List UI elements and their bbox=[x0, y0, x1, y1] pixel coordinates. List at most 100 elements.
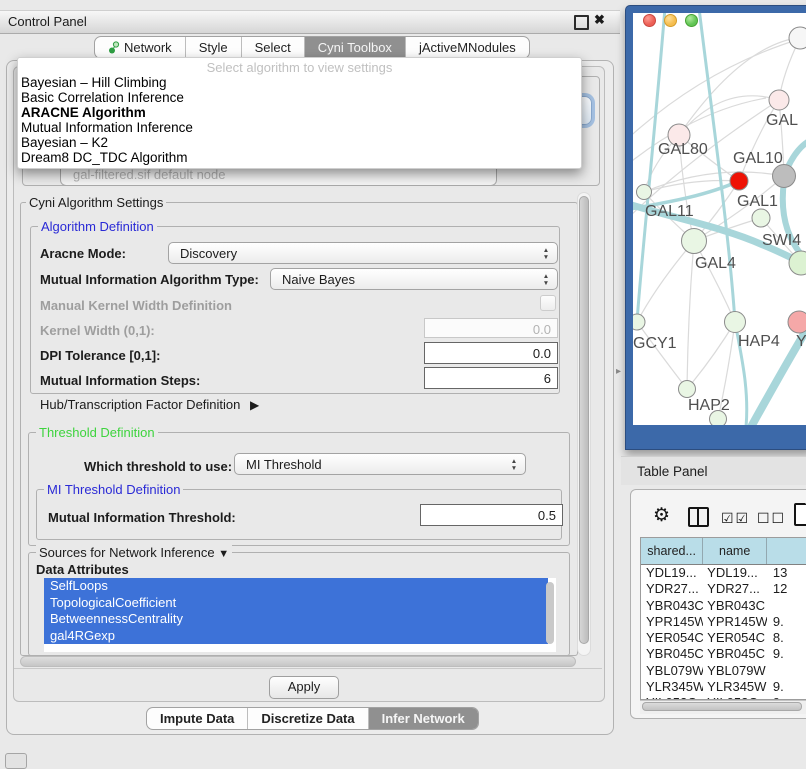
tab-jactivemnodules[interactable]: jActiveMNodules bbox=[405, 37, 529, 58]
list-scrollbar-thumb[interactable] bbox=[546, 582, 554, 644]
dpi-tolerance-field[interactable]: 0.0 bbox=[424, 342, 558, 364]
table-row[interactable]: YBR043CYBR043C bbox=[641, 598, 806, 614]
columns-icon[interactable] bbox=[688, 507, 709, 527]
network-node[interactable] bbox=[633, 314, 645, 330]
gear-icon[interactable]: ⚙ bbox=[653, 504, 670, 527]
mi-steps-label: Mutual Information Steps: bbox=[40, 373, 200, 388]
table-row[interactable]: YLR345WYLR345W9. bbox=[641, 679, 806, 695]
tab-select[interactable]: Select bbox=[241, 37, 304, 58]
network-node[interactable] bbox=[710, 411, 727, 426]
network-node[interactable] bbox=[637, 185, 652, 200]
algorithm-dropdown-popup: Select algorithm to view settings Bayesi… bbox=[17, 57, 582, 169]
settings-hscroll-thumb[interactable] bbox=[20, 656, 576, 667]
algorithm-definition-title: Algorithm Definition bbox=[38, 219, 157, 234]
table-cell: YBR045C bbox=[641, 646, 703, 662]
deselect-all-checkboxes-icon[interactable]: ☐☐ bbox=[757, 510, 786, 527]
network-node[interactable] bbox=[789, 27, 806, 49]
attribute-list-item[interactable]: BetweennessCentrality bbox=[44, 611, 548, 628]
dpi-tolerance-label: DPI Tolerance [0,1]: bbox=[40, 348, 160, 363]
table-header[interactable]: shared... name bbox=[641, 538, 806, 565]
close-traffic-light[interactable] bbox=[643, 14, 656, 27]
algorithm-option[interactable]: Bayesian – Hill Climbing bbox=[18, 75, 581, 90]
network-node[interactable] bbox=[773, 165, 796, 188]
attribute-list-item[interactable]: gal4RGexp bbox=[44, 628, 548, 645]
divider bbox=[14, 668, 602, 669]
combo-arrows-icon: ▲▼ bbox=[509, 458, 519, 472]
close-icon[interactable]: ✖ bbox=[594, 12, 605, 28]
minimize-traffic-light[interactable] bbox=[664, 14, 677, 27]
table-row[interactable]: YDR27...YDR27...12 bbox=[641, 581, 806, 597]
table-row[interactable]: YER054CYER054C8. bbox=[641, 630, 806, 646]
node-label: Y bbox=[796, 333, 806, 350]
table-cell: YLR345W bbox=[703, 679, 767, 695]
node-label: GAL80 bbox=[658, 141, 708, 158]
hub-definition-disclosure[interactable]: Hub/Transcription Factor Definition ▶ bbox=[40, 397, 259, 412]
data-attributes-list[interactable]: SelfLoopsTopologicalCoefficientBetweenne… bbox=[44, 578, 556, 652]
node-label: SWI4 bbox=[762, 232, 801, 249]
zoom-traffic-light[interactable] bbox=[685, 14, 698, 27]
network-node[interactable] bbox=[769, 90, 789, 110]
float-window-icon[interactable] bbox=[574, 15, 589, 30]
table-row[interactable]: YBR045CYBR045C9. bbox=[641, 646, 806, 662]
node-label: HAP2 bbox=[688, 397, 730, 414]
node-attribute-table[interactable]: shared... name YDL19...YDL19...13YDR27..… bbox=[640, 537, 806, 700]
dropdown-placeholder: Select algorithm to view settings bbox=[18, 60, 581, 75]
network-node[interactable] bbox=[679, 381, 696, 398]
network-node[interactable] bbox=[788, 311, 806, 333]
settings-vscroll-thumb[interactable] bbox=[579, 196, 589, 644]
algorithm-option[interactable]: Bayesian – K2 bbox=[18, 135, 581, 150]
tab-infer-network[interactable]: Infer Network bbox=[368, 708, 478, 729]
mi-threshold-definition-title: MI Threshold Definition bbox=[44, 482, 183, 497]
mi-steps-field[interactable]: 6 bbox=[424, 367, 558, 389]
network-node[interactable] bbox=[752, 209, 770, 227]
network-node[interactable] bbox=[682, 229, 707, 254]
tab-cyni-toolbox[interactable]: Cyni Toolbox bbox=[304, 37, 405, 58]
node-label: HAP4 bbox=[738, 333, 780, 350]
table-hscroll-thumb[interactable] bbox=[642, 702, 802, 711]
table-row[interactable]: YDL19...YDL19...13 bbox=[641, 565, 806, 581]
table-row[interactable]: YPR145WYPR145W9. bbox=[641, 614, 806, 630]
tab-impute-data[interactable]: Impute Data bbox=[147, 708, 247, 729]
apply-button[interactable]: Apply bbox=[269, 676, 339, 699]
aracne-mode-label: Aracne Mode: bbox=[40, 246, 126, 261]
document-icon[interactable] bbox=[794, 503, 806, 526]
attribute-list-item[interactable]: SelfLoops bbox=[44, 578, 548, 595]
column-header-shared[interactable]: shared... bbox=[641, 538, 703, 564]
algorithm-option[interactable]: Dream8 DC_TDC Algorithm bbox=[18, 150, 581, 165]
network-canvas[interactable]: GALGAL80GAL10GAL1GAL11GAL4SWI4GCY1HAP4YH… bbox=[633, 13, 806, 425]
table-cell: 9. bbox=[767, 646, 806, 662]
control-panel-tabs: Network Style Select Cyni Toolbox jActiv… bbox=[94, 36, 530, 59]
algorithm-dropdown-list: Bayesian – Hill ClimbingBasic Correlatio… bbox=[18, 75, 581, 165]
column-header-3[interactable] bbox=[767, 538, 806, 564]
settings-group-title: Cyni Algorithm Settings bbox=[26, 195, 166, 210]
table-cell: YDL19... bbox=[641, 565, 703, 581]
network-node[interactable] bbox=[730, 172, 748, 190]
algorithm-option[interactable]: ARACNE Algorithm bbox=[18, 105, 581, 120]
sources-group-title[interactable]: Sources for Network Inference ▼ bbox=[36, 545, 232, 560]
splitter-collapse-icon[interactable]: ▸ bbox=[616, 366, 621, 377]
data-attributes-label: Data Attributes bbox=[36, 562, 129, 577]
attribute-list-item[interactable]: TopologicalCoefficient bbox=[44, 595, 548, 612]
mi-type-combo[interactable]: Naive Bayes ▲▼ bbox=[270, 268, 558, 290]
manual-kernel-checkbox[interactable] bbox=[540, 295, 556, 311]
table-row[interactable]: YBL079WYBL079W bbox=[641, 663, 806, 679]
column-header-name[interactable]: name bbox=[703, 538, 767, 564]
minimized-panel-icon[interactable] bbox=[5, 753, 27, 769]
tab-style[interactable]: Style bbox=[185, 37, 241, 58]
aracne-mode-combo[interactable]: Discovery ▲▼ bbox=[168, 242, 558, 264]
algorithm-option[interactable]: Mutual Information Inference bbox=[18, 120, 581, 135]
network-node[interactable] bbox=[725, 312, 746, 333]
node-table-body: YDL19...YDL19...13YDR27...YDR27...12YBR0… bbox=[641, 565, 806, 700]
network-view[interactable]: GALGAL80GAL10GAL1GAL11GAL4SWI4GCY1HAP4YH… bbox=[633, 13, 806, 425]
algorithm-option[interactable]: Basic Correlation Inference bbox=[18, 90, 581, 105]
disclosure-down-icon: ▼ bbox=[218, 548, 229, 560]
which-threshold-combo[interactable]: MI Threshold ▲▼ bbox=[234, 453, 526, 475]
table-cell: 12 bbox=[767, 581, 806, 597]
select-all-checkboxes-icon[interactable]: ☑☑ bbox=[721, 510, 750, 527]
table-cell: YDR27... bbox=[641, 581, 703, 597]
tab-network[interactable]: Network bbox=[95, 37, 185, 58]
mi-threshold-field[interactable]: 0.5 bbox=[420, 504, 563, 526]
node-label: GAL4 bbox=[695, 255, 736, 272]
tab-discretize-data[interactable]: Discretize Data bbox=[247, 708, 367, 729]
app-root: { "icons": { "close": "✖", "gear": "⚙", … bbox=[0, 0, 806, 762]
